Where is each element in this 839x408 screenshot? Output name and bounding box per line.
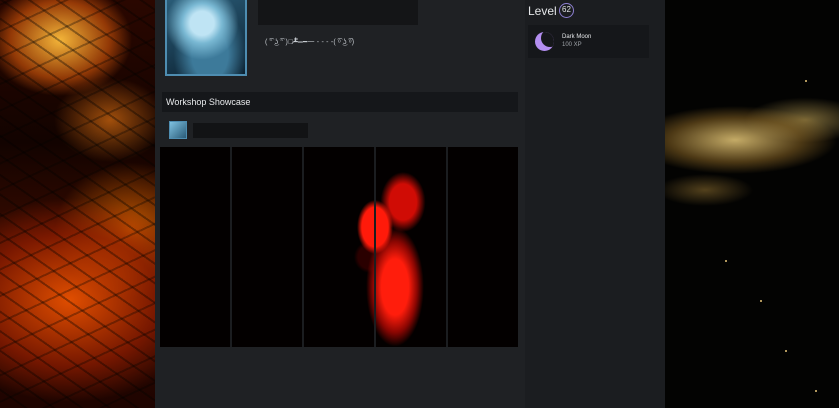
profile-status-text: ( ͡ᵔ ͜ʖ ͡ᵔ )︻̷┻̿═━一 - - - -( ͡ᵒ ͜ʖ ͡ᵒ) [265, 39, 355, 46]
showcase-divider [302, 147, 304, 347]
workshop-item-thumbnail[interactable] [169, 121, 187, 139]
persona-name-box [258, 0, 418, 25]
avatar[interactable] [165, 0, 247, 76]
background-right-space [665, 0, 839, 408]
workshop-item-title-box[interactable] [193, 123, 308, 138]
profile-content: ( ͡ᵔ ͜ʖ ͡ᵔ )︻̷┻̿═━一 - - - -( ͡ᵒ ͜ʖ ͡ᵒ) W… [155, 0, 525, 408]
showcase-artwork [345, 157, 455, 347]
workshop-item-row[interactable] [169, 121, 309, 139]
badge-xp: 100 XP [562, 42, 582, 48]
showcase-divider [230, 147, 232, 347]
favorite-badge[interactable]: Dark Moon 100 XP [528, 25, 649, 58]
showcase-divider [446, 147, 448, 347]
workshop-showcase-image[interactable] [160, 147, 518, 347]
level-label: Level [528, 4, 557, 18]
profile-sidebar: Level 62 Dark Moon 100 XP [525, 0, 665, 408]
badge-name: Dark Moon [562, 34, 592, 40]
level-badge[interactable]: 62 [559, 3, 574, 18]
moon-icon [535, 32, 554, 51]
background-left-lava [0, 0, 155, 408]
workshop-showcase-header: Workshop Showcase [162, 92, 518, 112]
profile-page: ( ͡ᵔ ͜ʖ ͡ᵔ )︻̷┻̿═━一 - - - -( ͡ᵒ ͜ʖ ͡ᵒ) W… [155, 0, 665, 408]
showcase-divider [374, 147, 376, 347]
